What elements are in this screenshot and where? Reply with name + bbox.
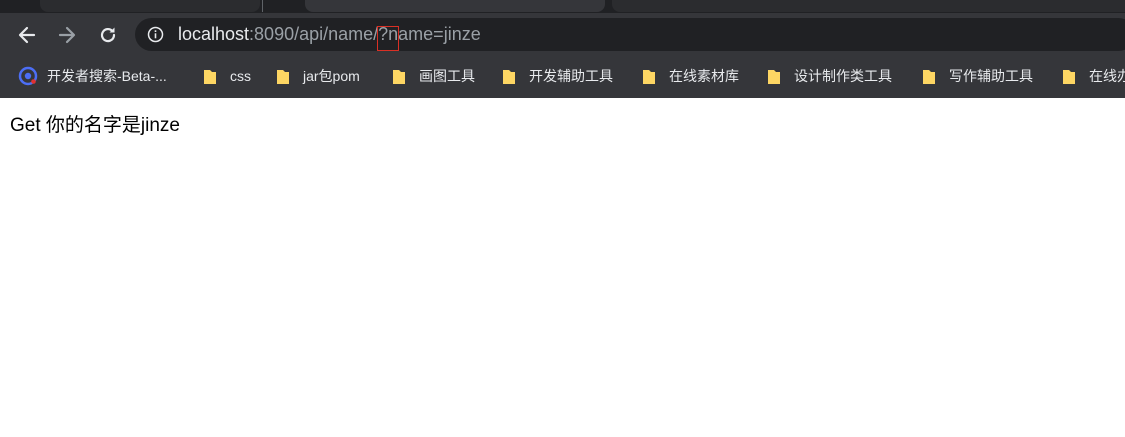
bookmark-folder-dev-tools[interactable]: 开发辅助工具 xyxy=(502,65,613,87)
url-query: name=jinze xyxy=(388,24,481,44)
bookmark-folder-drawing-tools[interactable]: 画图工具 xyxy=(392,65,475,87)
folder-icon xyxy=(643,69,655,84)
tab-active[interactable] xyxy=(305,0,605,12)
browser-chrome: localhost:8090/api/name/?name=jinze 开发者搜… xyxy=(0,0,1125,98)
reload-button[interactable] xyxy=(94,21,122,49)
bookmark-folder-online-assets[interactable]: 在线素材库 xyxy=(642,65,739,87)
bookmarks-bar: 开发者搜索-Beta-... css jar包pom 画图工具 开发辅助工具 在… xyxy=(0,57,1125,96)
address-bar[interactable]: localhost:8090/api/name/?name=jinze xyxy=(135,18,1125,51)
tab-next[interactable] xyxy=(612,0,1125,12)
toolbar: localhost:8090/api/name/?name=jinze xyxy=(0,13,1125,57)
folder-icon xyxy=(204,69,216,84)
bookmark-folder-jar-pom[interactable]: jar包pom xyxy=(276,65,360,87)
bookmark-label: 开发者搜索-Beta-... xyxy=(47,68,167,84)
search-engine-icon xyxy=(18,66,38,86)
folder-icon xyxy=(923,69,935,84)
tab-separator xyxy=(262,0,263,12)
folder-icon xyxy=(1063,69,1075,84)
bookmark-folder-online-office[interactable]: 在线办 xyxy=(1062,65,1125,87)
url-host: localhost xyxy=(178,24,250,44)
bookmark-label: 开发辅助工具 xyxy=(529,68,613,84)
folder-icon xyxy=(277,69,289,84)
bookmark-label: 画图工具 xyxy=(419,68,475,84)
bookmark-label: 在线办 xyxy=(1089,68,1125,84)
bookmark-developer-search[interactable]: 开发者搜索-Beta-... xyxy=(18,65,167,87)
bookmark-folder-writing-tools[interactable]: 写作辅助工具 xyxy=(922,65,1033,87)
reload-icon xyxy=(100,27,116,43)
bookmark-label: 设计制作类工具 xyxy=(794,68,892,84)
tab-previous[interactable] xyxy=(40,0,260,12)
folder-icon xyxy=(393,69,405,84)
query-marker-highlight-box xyxy=(377,26,399,51)
bookmark-folder-design-tools[interactable]: 设计制作类工具 xyxy=(767,65,892,87)
folder-icon xyxy=(503,69,515,84)
url-path: :8090/api/name/ xyxy=(249,24,379,44)
tab-strip xyxy=(0,0,1125,13)
back-button[interactable] xyxy=(13,21,41,49)
arrow-right-icon xyxy=(58,26,76,44)
bookmark-label: 写作辅助工具 xyxy=(949,68,1033,84)
bookmark-label: jar包pom xyxy=(303,68,360,84)
response-text: Get 你的名字是jinze xyxy=(10,115,180,136)
bookmark-folder-css[interactable]: css xyxy=(203,65,251,87)
info-icon[interactable] xyxy=(147,26,164,43)
folder-icon xyxy=(768,69,780,84)
bookmark-label: css xyxy=(230,68,251,84)
forward-button[interactable] xyxy=(53,21,81,49)
bookmark-label: 在线素材库 xyxy=(669,68,739,84)
url-text[interactable]: localhost:8090/api/name/?name=jinze xyxy=(178,24,481,45)
arrow-left-icon xyxy=(18,26,36,44)
